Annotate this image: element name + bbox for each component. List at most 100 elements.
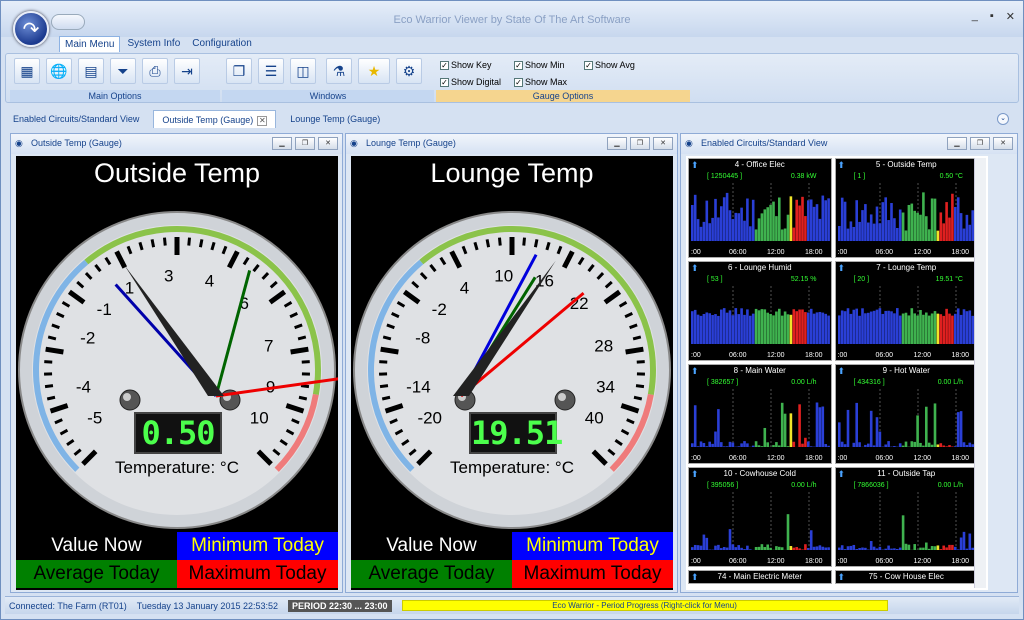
chart-bar bbox=[737, 446, 740, 447]
chart-bar bbox=[843, 311, 846, 344]
circuit-tile[interactable]: ⬆ 11 - Outside Tap [ 7866036 ] 0.00 L/h:… bbox=[834, 467, 978, 567]
close-tab-icon[interactable]: ✕ bbox=[257, 116, 268, 126]
show-max-checkbox[interactable]: ✓ Show Max bbox=[514, 77, 567, 87]
group-label: Main Options bbox=[10, 90, 220, 102]
chart-bar bbox=[947, 217, 951, 241]
gauge-knob bbox=[119, 389, 141, 411]
chart-bar bbox=[696, 314, 700, 344]
app-menu-button[interactable]: ↷ bbox=[13, 11, 49, 47]
doc-tab-outside-temp[interactable]: Outside Temp (Gauge) ✕ bbox=[153, 110, 277, 128]
chart-bar bbox=[881, 202, 884, 241]
scale-label: 3 bbox=[164, 266, 173, 285]
print-button[interactable]: ⎙ bbox=[142, 58, 168, 84]
chart-bar bbox=[930, 546, 933, 550]
circuit-tile[interactable]: ⬆ 7 - Lounge Temp [ 20 ] 19.51 °C:00 06:0… bbox=[834, 261, 978, 361]
chart-bar bbox=[824, 200, 827, 241]
chart-bar bbox=[792, 547, 796, 550]
circuit-tile[interactable]: ⬆ 6 - Lounge Humid [ 53 ] 52.15 %:00 06:0… bbox=[688, 261, 832, 361]
circuit-tile[interactable]: ⬆ 8 - Main Water [ 382657 ] 0.00 L/h:00 0… bbox=[688, 364, 832, 464]
scale-label: -20 bbox=[417, 409, 442, 428]
chevron-down-icon[interactable]: ⌄ bbox=[997, 113, 1009, 125]
panel-minimize-button[interactable]: ▁ bbox=[272, 137, 292, 150]
show-digital-checkbox[interactable]: ✓ Show Digital bbox=[440, 77, 501, 87]
chart-bar bbox=[757, 445, 761, 447]
period-progress-bar[interactable]: Eco Warrior - Period Progress (Right-cli… bbox=[401, 600, 888, 611]
chart-bar bbox=[947, 313, 951, 344]
tab-configuration[interactable]: Configuration bbox=[187, 36, 256, 52]
circuit-tile[interactable]: ⬆ 9 - Hot Water [ 434316 ] 0.00 L/h:00 06… bbox=[834, 364, 978, 464]
panel-close-button[interactable]: ✕ bbox=[993, 137, 1013, 150]
chart-bar bbox=[798, 309, 801, 344]
maximize-button[interactable]: ▪ bbox=[990, 10, 994, 23]
panel-restore-button[interactable]: ❐ bbox=[630, 137, 650, 150]
circuit-tile[interactable]: ⬆ 74 - Main Electric Meter bbox=[688, 570, 832, 584]
gauge-tick bbox=[381, 395, 391, 401]
circuit-id: [ 434316 ] bbox=[853, 379, 885, 386]
gauge-tick bbox=[150, 239, 156, 248]
panel-minimize-button[interactable]: ▁ bbox=[947, 137, 967, 150]
exit-button[interactable]: ⇥ bbox=[174, 58, 200, 84]
minimize-button[interactable]: _ bbox=[972, 10, 978, 23]
filter-button[interactable]: ⏷ bbox=[110, 58, 136, 84]
chart-bar bbox=[959, 314, 962, 344]
tile-vertical-icon: ◫ bbox=[296, 62, 310, 79]
doc-tab-lounge-temp[interactable]: Lounge Temp (Gauge) bbox=[282, 110, 388, 128]
panel-restore-button[interactable]: ❐ bbox=[970, 137, 990, 150]
panel-restore-button[interactable]: ❐ bbox=[295, 137, 315, 150]
chart-bar bbox=[962, 531, 965, 550]
tab-system-info[interactable]: System Info bbox=[122, 36, 185, 52]
circuit-tile[interactable]: ⬆ 5 - Outside Temp [ 1 ] 0.50 °C:00 06:00… bbox=[834, 158, 978, 258]
outside-gauge: -5-4-2-113467910 Outside Temp 0.50 Tempe… bbox=[16, 156, 338, 590]
chart-bar bbox=[892, 446, 896, 447]
chart-bar bbox=[734, 308, 738, 344]
globe-button[interactable]: 🌐 bbox=[46, 58, 72, 84]
chart-bar bbox=[852, 544, 855, 550]
chart-bar bbox=[939, 212, 942, 241]
globe-icon: 🌐 bbox=[50, 62, 68, 79]
favorites-button[interactable]: ★ bbox=[358, 58, 390, 84]
tab-main-menu[interactable]: Main Menu bbox=[59, 36, 121, 52]
tools-button[interactable]: ⚗ bbox=[326, 58, 352, 84]
notes-button[interactable]: ▤ bbox=[78, 58, 104, 84]
circuit-name: 7 - Lounge Temp bbox=[876, 263, 937, 272]
scale-label: 10 bbox=[494, 266, 513, 285]
chart-bar bbox=[959, 537, 962, 550]
gear-icon: ⚙ bbox=[402, 62, 416, 79]
scale-label: 10 bbox=[250, 409, 269, 428]
chart-bar bbox=[898, 209, 901, 241]
chart-bar bbox=[798, 404, 801, 447]
chart-bar bbox=[927, 315, 930, 344]
cascade-button[interactable]: ❐ bbox=[226, 58, 252, 84]
chart-bar bbox=[907, 204, 910, 241]
panel-close-button[interactable]: ✕ bbox=[653, 137, 673, 150]
doc-tab-enabled-circuits[interactable]: Enabled Circuits/Standard View bbox=[5, 110, 147, 128]
show-key-checkbox[interactable]: ✓ Show Key bbox=[440, 60, 492, 70]
chart-bar bbox=[717, 544, 720, 550]
chart-bar bbox=[743, 314, 746, 344]
grid-button[interactable]: ▦ bbox=[14, 58, 40, 84]
quick-access-toolbar[interactable] bbox=[51, 14, 85, 30]
tile-horizontal-button[interactable]: ☰ bbox=[258, 58, 284, 84]
circuit-tile[interactable]: ⬆ 10 - Cowhouse Cold [ 395056 ] 0.00 L/h… bbox=[688, 467, 832, 567]
gauge-tick bbox=[633, 395, 643, 401]
chart-bar bbox=[872, 310, 875, 344]
circuit-id: [ 53 ] bbox=[707, 276, 723, 283]
chart-bar bbox=[795, 547, 798, 550]
show-avg-checkbox[interactable]: ✓ Show Avg bbox=[584, 60, 635, 70]
circuit-tile[interactable]: ⬆ 75 - Cow House Elec bbox=[834, 570, 978, 584]
panel-minimize-button[interactable]: ▁ bbox=[607, 137, 627, 150]
panel-close-button[interactable]: ✕ bbox=[318, 137, 338, 150]
chart-bar bbox=[878, 223, 881, 241]
circuit-tile[interactable]: ⬆ 4 - Office Elec [ 1250445 ] 0.38 kW:00… bbox=[688, 158, 832, 258]
chart-bar bbox=[740, 308, 743, 344]
chart-bar bbox=[818, 218, 822, 241]
settings-button[interactable]: ⚙ bbox=[396, 58, 422, 84]
show-min-checkbox[interactable]: ✓ Show Min bbox=[514, 60, 565, 70]
scrollbar[interactable] bbox=[974, 158, 986, 588]
gauge-tick bbox=[636, 360, 645, 364]
tile-vertical-button[interactable]: ◫ bbox=[290, 58, 316, 84]
close-button[interactable]: ✕ bbox=[1006, 10, 1015, 23]
x-tick-label: :00 bbox=[837, 558, 848, 565]
chart-bar bbox=[910, 441, 913, 447]
connection-status: Connected: The Farm (RT01) bbox=[9, 600, 127, 611]
